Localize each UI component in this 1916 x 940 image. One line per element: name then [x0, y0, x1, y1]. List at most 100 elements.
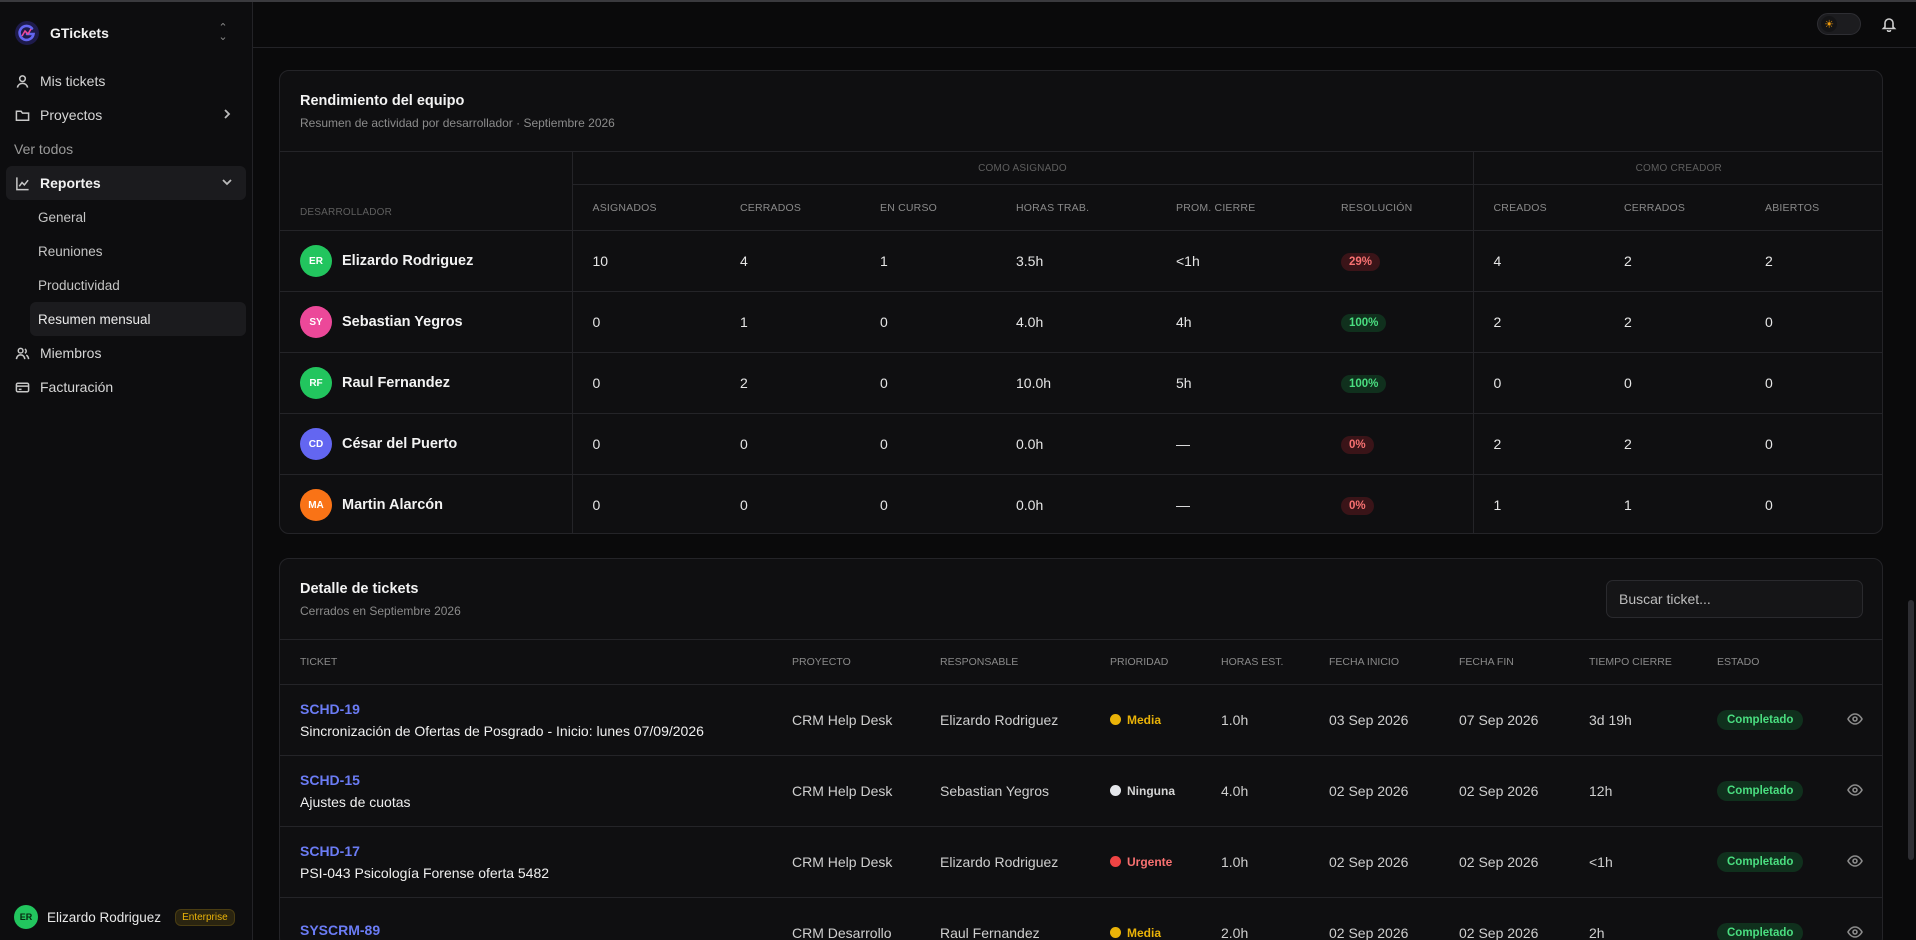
priority-dot-icon: [1110, 927, 1121, 939]
fecha-inicio-value: 03 Sep 2026: [1309, 684, 1439, 756]
actions-cell: [1827, 684, 1882, 756]
nav-reportes-general[interactable]: General: [30, 200, 246, 234]
table-row: SY Sebastian Yegros 0 1 0 4.0h 4h 100% 2 2 0: [280, 291, 1882, 353]
eye-icon[interactable]: [1847, 783, 1863, 801]
fecha-fin-value: 07 Sep 2026: [1439, 684, 1569, 756]
priority-badge: Ninguna: [1110, 784, 1175, 798]
resolucion-badge: 0%: [1341, 435, 1374, 454]
abiertos-value: 0: [1745, 291, 1882, 353]
priority-badge: Urgente: [1110, 855, 1172, 869]
nav-label: Proyectos: [40, 107, 103, 123]
creados-value: 2: [1472, 413, 1605, 475]
resolucion-badge: 29%: [1341, 252, 1381, 271]
col-fecha-fin: Fecha fin: [1439, 639, 1569, 685]
nav-miembros[interactable]: Miembros: [6, 336, 246, 370]
table-row[interactable]: SYSCRM-89 CRM Desarrollo Raul Fernandez Med…: [280, 897, 1882, 940]
chevron-right-icon[interactable]: [220, 107, 234, 121]
ticket-cell: SYSCRM-89: [280, 897, 772, 940]
responsable-value: Elizardo Rodriguez: [920, 684, 1090, 756]
col-abiertos: Abiertos: [1745, 184, 1882, 231]
asignados-value: 0: [571, 474, 720, 533]
prom-cierre-value: 4h: [1156, 291, 1321, 353]
ticket-id-link[interactable]: SCHD-19: [300, 701, 772, 717]
horas-trab-value: 4.0h: [996, 291, 1156, 353]
workspace-switcher[interactable]: GTickets ⌃ ⌄: [14, 16, 239, 50]
cerrados-value: 1: [720, 291, 860, 353]
table-row[interactable]: SCHD-19 Sincronización de Ofertas de Posg…: [280, 684, 1882, 756]
horas-trab-value: 0.0h: [996, 413, 1156, 475]
col-cerrados: Cerrados: [720, 184, 860, 231]
eye-icon[interactable]: [1847, 925, 1863, 940]
main-nav: Mis tickets Proyectos Ver todos Reportes…: [6, 64, 246, 404]
eye-icon[interactable]: [1847, 854, 1863, 872]
prom-cierre-value: —: [1156, 474, 1321, 533]
group-como-creador: Como creador: [1472, 151, 1882, 185]
nav-facturacion[interactable]: Facturación: [6, 370, 246, 404]
nav-reportes-productividad[interactable]: Productividad: [30, 268, 246, 302]
table-row: CD César del Puerto 0 0 0 0.0h —0% 2 2 0: [280, 413, 1882, 475]
user-menu[interactable]: ER Elizardo Rodriguez Enterprise: [14, 904, 240, 930]
bell-icon[interactable]: [1881, 16, 1897, 33]
horas-est-value: 1.0h: [1201, 826, 1309, 898]
theme-toggle[interactable]: ☀: [1817, 13, 1861, 35]
tiempo-cierre-value: 3d 19h: [1569, 684, 1697, 756]
table-row: RF Raul Fernandez 0 2 0 10.0h 5h 100% 0 0 0: [280, 352, 1882, 414]
proyecto-value: CRM Help Desk: [772, 826, 920, 898]
en-curso-value: 0: [860, 352, 996, 414]
nav-mis-tickets[interactable]: Mis tickets: [6, 64, 246, 98]
col-prioridad: Prioridad: [1090, 639, 1201, 685]
prom-cierre-value: —: [1156, 413, 1321, 475]
user-name: Elizardo Rodriguez: [47, 909, 162, 925]
actions-cell: [1827, 826, 1882, 898]
col-creados: Creados: [1472, 184, 1605, 231]
creados-value: 4: [1472, 230, 1605, 292]
eye-icon[interactable]: [1847, 712, 1863, 730]
team-performance-card: Rendimiento del equipo Resumen de activi…: [279, 70, 1883, 534]
resolucion-badge: 100%: [1341, 374, 1387, 393]
estado-cell: Completado: [1697, 826, 1827, 898]
page-scrollbar[interactable]: [1908, 600, 1914, 860]
fecha-inicio-value: 02 Sep 2026: [1309, 826, 1439, 898]
nav-reportes-reuniones[interactable]: Reuniones: [30, 234, 246, 268]
abiertos-value: 2: [1745, 230, 1882, 292]
asignados-value: 0: [571, 352, 720, 414]
developer-name: Sebastian Yegros: [342, 314, 463, 330]
cerrados-value: 0: [720, 474, 860, 533]
fecha-fin-value: 02 Sep 2026: [1439, 897, 1569, 940]
nav-reportes[interactable]: Reportes: [6, 166, 246, 200]
col-estado: Estado: [1697, 639, 1827, 685]
nav-proyectos[interactable]: Proyectos: [6, 98, 246, 132]
status-badge: Completado: [1717, 781, 1804, 801]
card-title: Detalle de tickets: [300, 581, 419, 597]
table-row[interactable]: SCHD-15 Ajustes de cuotas CRM Help Desk Seb…: [280, 755, 1882, 827]
creador-cerrados-value: 0: [1604, 352, 1746, 414]
ticket-id-link[interactable]: SCHD-17: [300, 843, 772, 859]
col-creador-cerrados: Cerrados: [1604, 184, 1746, 231]
actions-cell: [1827, 897, 1882, 940]
card-subtitle: Resumen de actividad por desarrollador ·…: [300, 116, 615, 130]
ticket-id-link[interactable]: SCHD-15: [300, 772, 772, 788]
ticket-title: Ajustes de cuotas: [300, 794, 411, 810]
nav-reportes-resumen-mensual[interactable]: Resumen mensual: [30, 302, 246, 336]
status-badge: Completado: [1717, 852, 1804, 872]
ticket-detail-table: Ticket Proyecto Responsable Prioridad Ho…: [280, 639, 1882, 940]
chevron-down-icon[interactable]: [220, 175, 234, 189]
nav-ver-todos[interactable]: Ver todos: [6, 132, 246, 166]
topbar: ☀: [253, 2, 1916, 48]
ticket-cell: SCHD-17 PSI-043 Psicología Forense oferta…: [280, 826, 772, 898]
ticket-search-input[interactable]: [1606, 580, 1863, 618]
nav-label: Reportes: [40, 175, 101, 191]
credit-card-icon: [14, 379, 30, 395]
tiempo-cierre-value: 12h: [1569, 755, 1697, 827]
table-row[interactable]: SCHD-17 PSI-043 Psicología Forense oferta…: [280, 826, 1882, 898]
en-curso-value: 0: [860, 413, 996, 475]
col-en-curso: En curso: [860, 184, 996, 231]
ticket-id-link[interactable]: SYSCRM-89: [300, 922, 772, 938]
priority-label: Media: [1127, 712, 1162, 727]
group-como-asignado: Como asignado: [571, 151, 1474, 185]
nav-label: Facturación: [40, 379, 114, 395]
avatar: CD: [300, 428, 332, 460]
abiertos-value: 0: [1745, 474, 1882, 533]
asignados-value: 0: [571, 291, 720, 353]
col-actions: [1827, 639, 1882, 685]
